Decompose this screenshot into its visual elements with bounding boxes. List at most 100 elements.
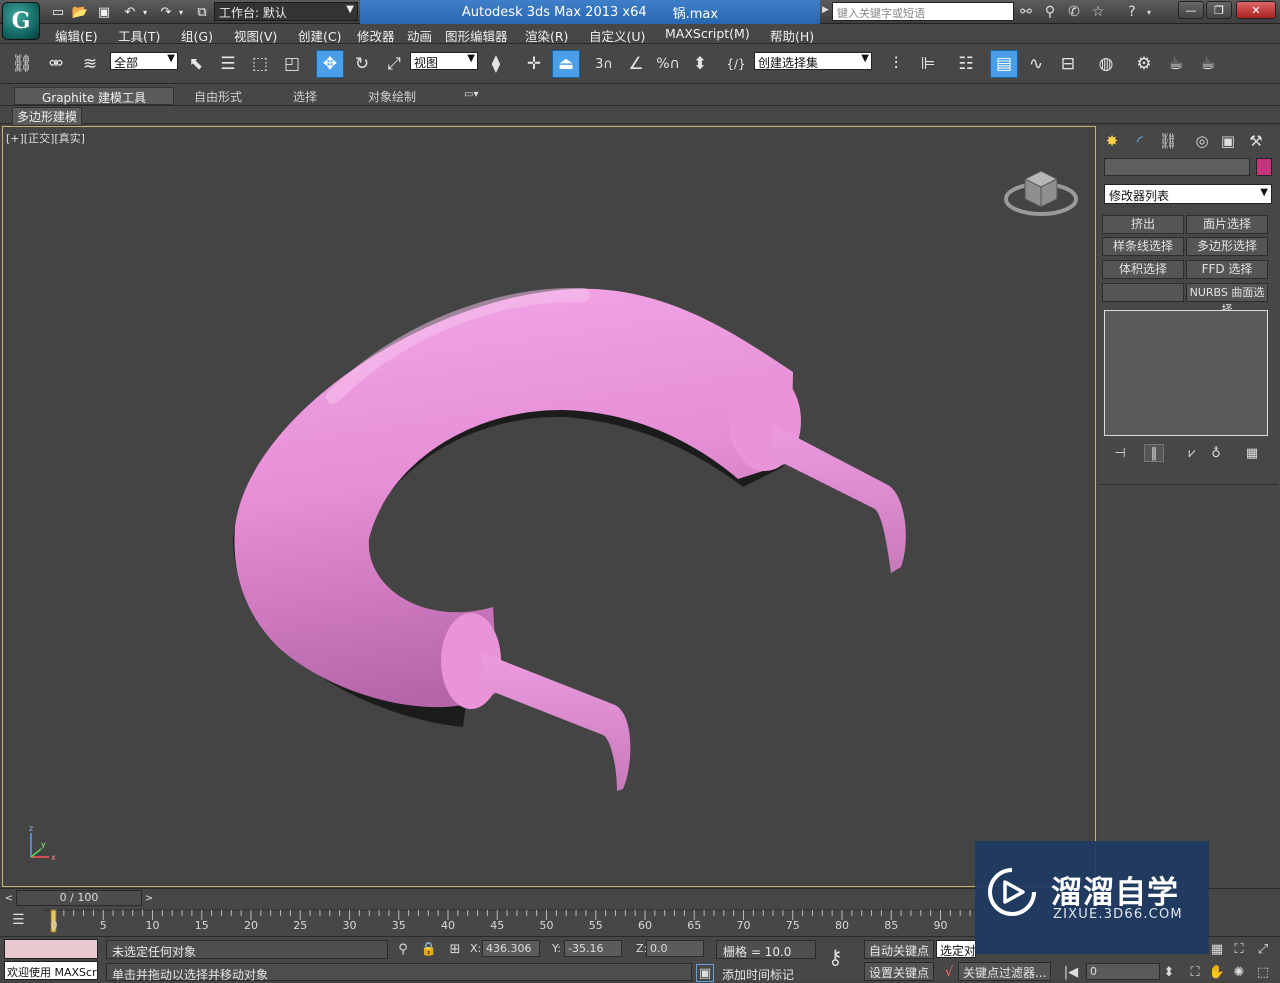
curve-editor-icon[interactable]: ∿ [1022, 50, 1050, 78]
field-of-view-icon[interactable]: ⛶ [1186, 963, 1204, 981]
show-end-result-icon[interactable]: ‖ [1144, 444, 1164, 462]
isolate-selection-icon[interactable]: ⚲ [394, 940, 412, 958]
keyboard-shortcut-override-icon[interactable]: ⏏ [552, 50, 580, 78]
search-input[interactable]: 键入关键字或短语 [832, 2, 1014, 21]
pivot-center-icon[interactable]: ⧫ [482, 50, 510, 78]
redo-dropdown-icon[interactable]: ▾ [176, 3, 186, 21]
maximize-viewport-icon[interactable]: ⤢ [1254, 940, 1272, 958]
perspective-viewport[interactable]: [+][正交][真实] z x y [2, 126, 1096, 887]
tab-selection[interactable]: 选择 [293, 87, 317, 105]
previous-frame-arrow-icon[interactable]: < [2, 890, 16, 906]
menu-help[interactable]: 帮助(H) [770, 26, 814, 45]
menu-edit[interactable]: 编辑(E) [55, 26, 98, 45]
align-icon[interactable]: ⊫ [914, 50, 942, 78]
new-file-icon[interactable]: ▭ [48, 3, 68, 21]
next-frame-arrow-icon[interactable]: > [142, 890, 156, 906]
zoom-extents-all-selected-icon[interactable]: ⛶ [1230, 940, 1248, 958]
menu-group[interactable]: 组(G) [181, 26, 213, 45]
help-icon[interactable]: ? [1122, 3, 1142, 21]
percent-snap-icon[interactable]: %∩ [654, 50, 682, 78]
menu-tools[interactable]: 工具(T) [118, 26, 160, 45]
tab-graphite-modeling[interactable]: Graphite 建模工具 [14, 87, 174, 105]
object-color-swatch[interactable] [1256, 158, 1272, 176]
extrude-modifier-button[interactable]: 挤出 [1102, 215, 1184, 234]
select-object-icon[interactable]: ⬉ [182, 50, 210, 78]
pot-handle-model[interactable] [3, 127, 1096, 887]
undo-dropdown-icon[interactable]: ▾ [140, 3, 150, 21]
hierarchy-tab-icon[interactable]: ⛓ [1156, 130, 1180, 152]
current-frame-field[interactable]: 0 [1086, 963, 1160, 980]
unlink-selection-icon[interactable]: ⚮ [42, 50, 70, 78]
create-tab-icon[interactable]: ✸ [1100, 130, 1124, 152]
z-coord-field[interactable]: 0.0 [646, 940, 704, 957]
select-and-scale-icon[interactable]: ⤢ [380, 50, 408, 78]
menu-views[interactable]: 视图(V) [234, 26, 277, 45]
maxscript-listener-input[interactable] [4, 939, 98, 959]
render-production-icon[interactable]: ☕ [1194, 50, 1222, 78]
schematic-view-icon[interactable]: ⊟ [1054, 50, 1082, 78]
poly-select-modifier-button[interactable]: 多边形选择 [1186, 237, 1268, 256]
time-slider[interactable]: 0 / 100 [16, 890, 142, 906]
motion-tab-icon[interactable]: ◎ [1190, 130, 1214, 152]
manipulate-icon[interactable]: ✛ [520, 50, 548, 78]
object-name-field[interactable] [1104, 158, 1250, 176]
time-tag-icon[interactable]: ▣ [696, 964, 714, 982]
menu-graph-editors[interactable]: 图形编辑器 [445, 26, 508, 45]
modify-tab-icon[interactable]: ◜ [1128, 130, 1152, 152]
window-crossing-icon[interactable]: ◰ [278, 50, 306, 78]
undo-icon[interactable]: ↶ [120, 3, 140, 21]
key-selection-set-dropdown[interactable]: 选定对 [936, 940, 976, 958]
communication-icon[interactable]: ✆ [1064, 3, 1084, 21]
select-and-rotate-icon[interactable]: ↻ [348, 50, 376, 78]
maximize-toggle-icon[interactable]: ⬚ [1254, 963, 1272, 981]
open-file-icon[interactable]: 📂 [70, 3, 90, 21]
render-setup-icon[interactable]: ⚙ [1130, 50, 1158, 78]
selection-filter-dropdown[interactable]: 全部 ▼ [110, 52, 178, 70]
mini-curve-editor-icon[interactable]: ☰ [12, 912, 25, 928]
y-coord-field[interactable]: -35.16 [564, 940, 622, 957]
maxscript-mini-listener[interactable]: 欢迎使用 MAXScri [4, 961, 98, 980]
polygon-modeling-label[interactable]: 多边形建模 [12, 107, 83, 126]
angle-snap-icon[interactable]: ∠ [622, 50, 650, 78]
material-editor-icon[interactable]: ◍ [1092, 50, 1120, 78]
menu-maxscript[interactable]: MAXScript(M) [665, 26, 750, 41]
favorites-star-icon[interactable]: ☆ [1088, 3, 1108, 21]
viewcube[interactable] [1003, 159, 1079, 221]
workspace-select[interactable]: 工作台: 默认 ▼ [214, 2, 358, 21]
menu-create[interactable]: 创建(C) [298, 26, 341, 45]
binoculars-icon[interactable]: ⚯ [1016, 3, 1036, 21]
graphite-toggle-icon[interactable]: ▤ [990, 50, 1018, 78]
absolute-mode-transform-icon[interactable]: ⊞ [446, 940, 464, 958]
spline-select-modifier-button[interactable]: 样条线选择 [1102, 237, 1184, 256]
zoom-extents-all-icon[interactable]: ▦ [1208, 940, 1226, 958]
utilities-tab-icon[interactable]: ⚒ [1244, 130, 1268, 152]
reference-coordinate-dropdown[interactable]: 视图 ▼ [410, 52, 478, 70]
remove-modifier-icon[interactable]: ♁ [1206, 444, 1226, 462]
menu-modifiers[interactable]: 修改器 [357, 26, 395, 45]
rectangular-selection-icon[interactable]: ⬚ [246, 50, 274, 78]
select-and-move-icon[interactable]: ✥ [316, 50, 344, 78]
close-button[interactable]: ✕ [1236, 1, 1276, 19]
x-coord-field[interactable]: 436.306 [482, 940, 540, 957]
restore-button[interactable]: ❐ [1206, 1, 1232, 19]
menu-customize[interactable]: 自定义(U) [589, 26, 645, 45]
menu-animation[interactable]: 动画 [407, 26, 432, 45]
bind-space-warp-icon[interactable]: ≋ [76, 50, 104, 78]
project-folder-icon[interactable]: ⧉ [192, 3, 212, 21]
help-dropdown-icon[interactable]: ▾ [1144, 3, 1154, 21]
patch-select-modifier-button[interactable]: 面片选择 [1186, 215, 1268, 234]
set-key-mode-key-icon[interactable]: ⚷ [828, 945, 843, 969]
tab-object-paint[interactable]: 对象绘制 [368, 87, 416, 105]
display-tab-icon[interactable]: ▣ [1216, 130, 1240, 152]
named-selection-set-dropdown[interactable]: 创建选择集 ▼ [754, 52, 872, 70]
ffd-select-modifier-button[interactable]: FFD 选择 [1186, 260, 1268, 279]
auto-key-button[interactable]: 自动关键点 [864, 940, 935, 959]
rendered-frame-window-icon[interactable]: ☕ [1162, 50, 1190, 78]
minimize-button[interactable]: — [1178, 1, 1204, 19]
go-to-start-icon[interactable]: |◀ [1062, 963, 1080, 981]
edit-named-selection-icon[interactable]: {∕} [722, 50, 750, 78]
save-file-icon[interactable]: ▣ [94, 3, 114, 21]
key-filters-button[interactable]: 关键点过滤器... [958, 962, 1052, 981]
modifier-list-dropdown[interactable]: 修改器列表 ▼ [1104, 184, 1272, 204]
configure-modifier-sets-icon[interactable]: ▦ [1242, 444, 1262, 462]
